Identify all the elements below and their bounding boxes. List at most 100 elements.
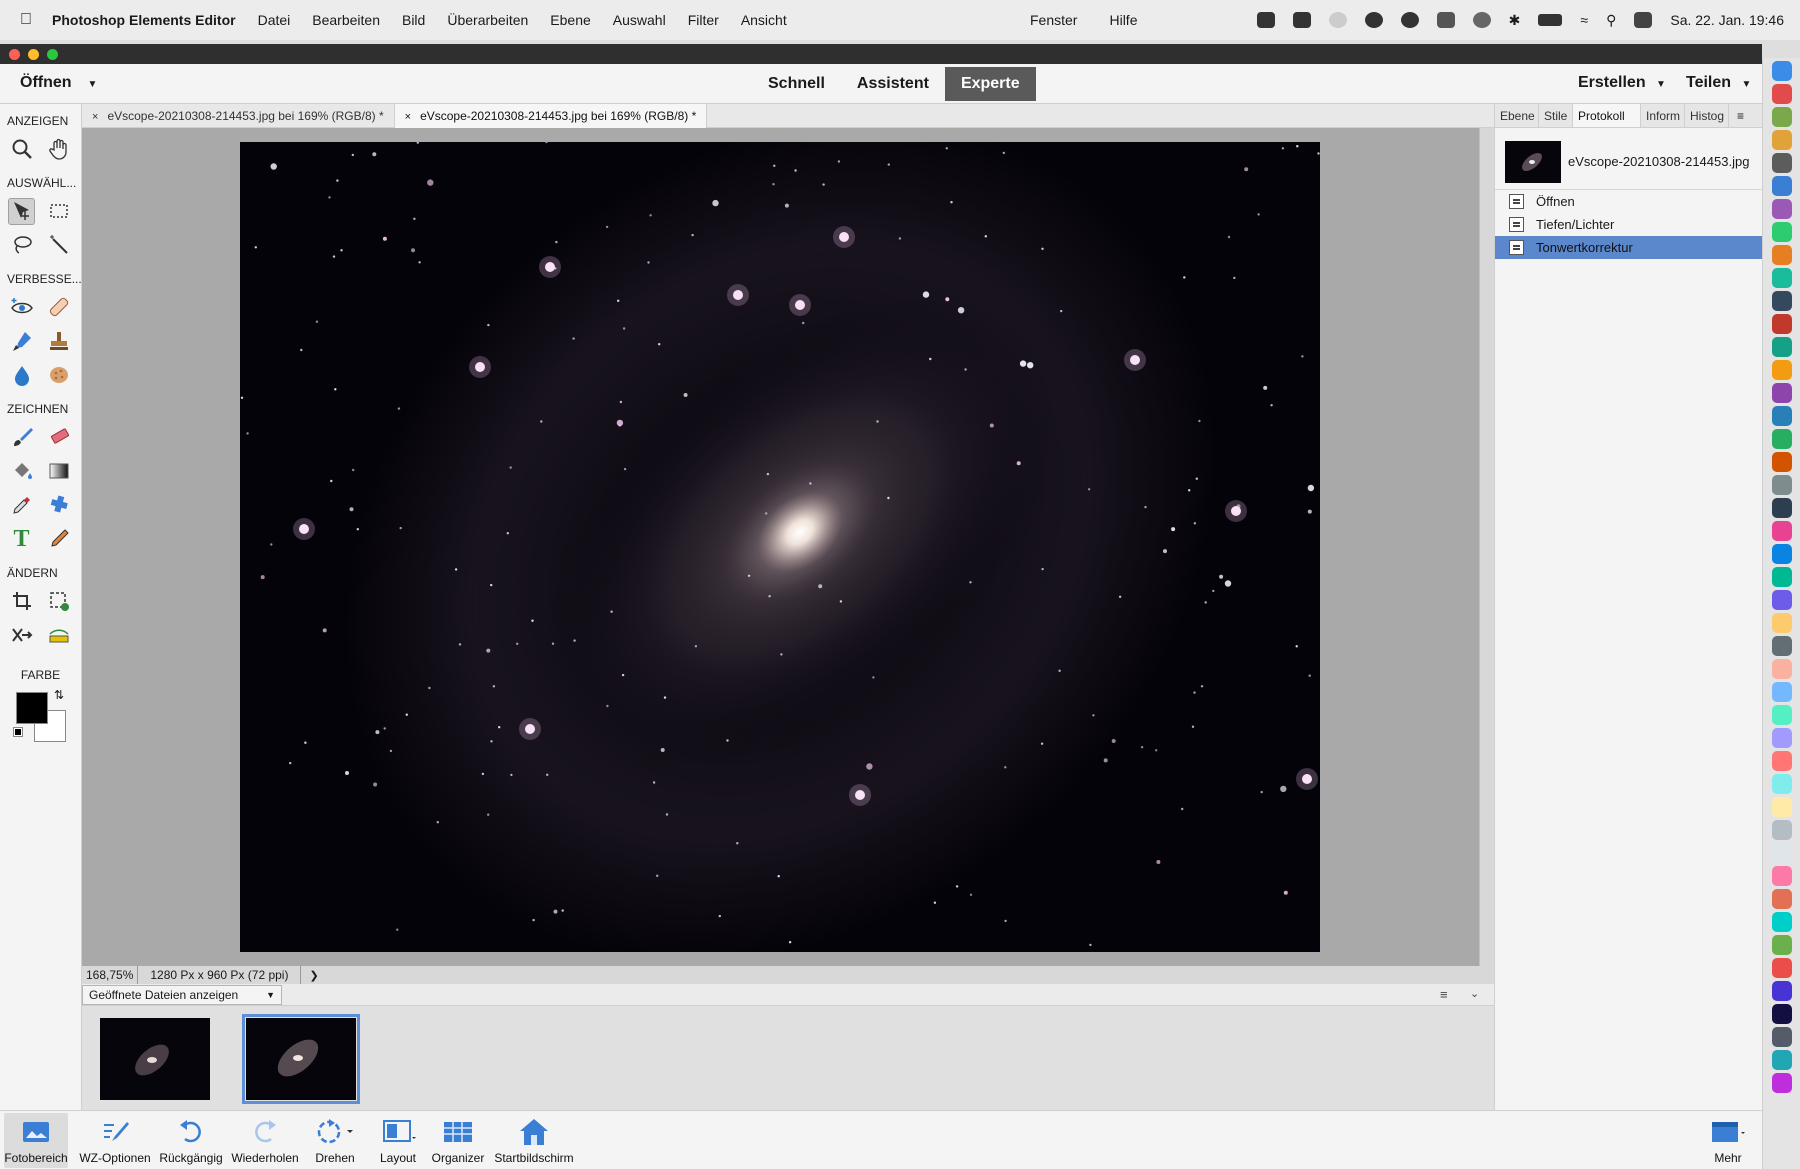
dock-app-icon[interactable] <box>1771 1027 1792 1047</box>
blur-tool-icon[interactable] <box>8 362 35 389</box>
panel-tab-protokoll[interactable]: Protokoll <box>1573 104 1641 127</box>
dock-app-icon[interactable] <box>1771 383 1792 403</box>
dock-app-icon[interactable] <box>1771 659 1792 679</box>
zoom-level[interactable]: 168,75% <box>82 966 139 984</box>
chevron-right-icon[interactable]: ❯ <box>309 969 318 982</box>
panel-tab-ebene[interactable]: Ebene <box>1495 104 1539 127</box>
app-name-menu[interactable]: Photoshop Elements Editor <box>52 12 236 28</box>
menu-ueberarbeiten[interactable]: Überarbeiten <box>447 12 528 28</box>
document-tab[interactable]: × eVscope-20210308-214453.jpg bei 169% (R… <box>82 104 395 128</box>
dock-app-icon[interactable] <box>1771 912 1792 932</box>
content-aware-move-icon[interactable] <box>8 622 35 649</box>
dock-app-icon[interactable] <box>1771 544 1792 564</box>
dock-app-icon[interactable] <box>1771 1004 1792 1024</box>
collapse-bin-icon[interactable]: ⌄ <box>1470 987 1479 1000</box>
dock-app-icon[interactable] <box>1771 981 1792 1001</box>
password-icon[interactable] <box>1400 12 1419 28</box>
dock-app-icon[interactable] <box>1771 1050 1792 1070</box>
menu-bild[interactable]: Bild <box>402 12 425 28</box>
battery-icon[interactable] <box>1538 14 1563 26</box>
control-center-icon[interactable] <box>1634 12 1653 28</box>
mode-assistent[interactable]: Assistent <box>841 67 945 101</box>
share-button[interactable]: Teilen ▼ <box>1686 74 1751 92</box>
menu-filter[interactable]: Filter <box>688 12 719 28</box>
history-snapshot[interactable]: eVscope-20210308-214453.jpg <box>1495 134 1762 190</box>
menu-hilfe[interactable]: Hilfe <box>1109 12 1137 28</box>
undo-button[interactable]: Rückgängig <box>156 1113 226 1165</box>
panel-menu-icon[interactable]: ≡ <box>1729 104 1744 127</box>
paint-bucket-icon[interactable] <box>8 458 35 485</box>
dock-app-icon[interactable] <box>1771 567 1792 587</box>
status-sign-icon[interactable] <box>1436 12 1455 28</box>
time-machine-icon[interactable] <box>1472 12 1491 28</box>
dock-app-icon[interactable] <box>1771 820 1792 840</box>
document-tab-active[interactable]: × eVscope-20210308-214453.jpg bei 169% (R… <box>394 104 708 128</box>
more-button[interactable]: Mehr <box>1700 1113 1756 1165</box>
dock-app-icon[interactable] <box>1771 590 1792 610</box>
bin-thumbnail[interactable] <box>100 1018 210 1100</box>
dock-app-icon[interactable] <box>1771 61 1792 81</box>
clone-stamp-icon[interactable] <box>45 328 72 355</box>
tool-options-button[interactable]: WZ-Optionen <box>74 1113 156 1165</box>
menu-fenster[interactable]: Fenster <box>1030 12 1077 28</box>
dock-app-icon[interactable] <box>1771 153 1792 173</box>
spot-healing-icon[interactable] <box>45 294 72 321</box>
dock-app-icon[interactable] <box>1771 774 1792 794</box>
status-app-icon[interactable] <box>1256 12 1275 28</box>
dock-app-icon[interactable] <box>1771 176 1792 196</box>
rectangle-marquee-icon[interactable] <box>45 198 72 225</box>
dock-app-icon[interactable] <box>1771 636 1792 656</box>
layout-button[interactable]: Layout <box>370 1113 426 1165</box>
dock-app-icon[interactable] <box>1771 705 1792 725</box>
menu-auswahl[interactable]: Auswahl <box>613 12 666 28</box>
dock-app-icon[interactable] <box>1771 84 1792 104</box>
pencil-tool-icon[interactable] <box>45 526 72 553</box>
dock-app-icon[interactable] <box>1771 958 1792 978</box>
lasso-tool-icon[interactable] <box>8 232 35 259</box>
dock-app-icon[interactable] <box>1771 498 1792 518</box>
bin-source-dropdown[interactable]: Geöffnete Dateien anzeigen ▼ <box>82 985 282 1005</box>
hand-tool-icon[interactable] <box>45 136 72 163</box>
open-button[interactable]: Öffnen ▼ <box>20 74 97 92</box>
dock-app-icon[interactable] <box>1771 751 1792 771</box>
smart-brush-icon[interactable] <box>8 328 35 355</box>
dock-app-icon[interactable] <box>1771 682 1792 702</box>
eraser-tool-icon[interactable] <box>45 424 72 451</box>
bluetooth-icon[interactable]: ✱ <box>1509 12 1521 29</box>
history-item[interactable]: Tiefen/Lichter <box>1495 213 1762 236</box>
status-app-icon-2[interactable] <box>1364 12 1383 28</box>
dock-app-icon[interactable] <box>1771 935 1792 955</box>
dock-app-icon[interactable] <box>1771 337 1792 357</box>
panel-tab-histogramm[interactable]: Histog <box>1685 104 1729 127</box>
search-icon[interactable]: ⚲ <box>1606 12 1616 29</box>
dock-app-icon[interactable] <box>1771 1073 1792 1093</box>
apple-icon[interactable]:  <box>0 11 52 29</box>
zoom-tool-icon[interactable] <box>8 136 35 163</box>
menu-ansicht[interactable]: Ansicht <box>741 12 787 28</box>
panel-tab-info[interactable]: Inform <box>1641 104 1685 127</box>
dock-app-icon[interactable] <box>1771 360 1792 380</box>
dock-app-icon[interactable] <box>1771 199 1792 219</box>
custom-shape-icon[interactable] <box>45 492 72 519</box>
dock-app-icon[interactable] <box>1771 314 1792 334</box>
wifi-icon[interactable]: ≈ <box>1580 12 1588 28</box>
gradient-tool-icon[interactable] <box>45 458 72 485</box>
history-item[interactable]: Öffnen <box>1495 190 1762 213</box>
dock-app-icon[interactable] <box>1771 866 1792 886</box>
menu-datei[interactable]: Datei <box>258 12 291 28</box>
dock-app-icon[interactable] <box>1771 452 1792 472</box>
default-colors-icon[interactable] <box>13 727 23 737</box>
swap-colors-icon[interactable]: ⇅ <box>54 688 64 702</box>
status-circle-icon[interactable] <box>1328 12 1347 28</box>
sponge-tool-icon[interactable] <box>45 362 72 389</box>
straighten-tool-icon[interactable] <box>45 622 72 649</box>
foreground-color-swatch[interactable] <box>16 692 48 724</box>
red-eye-tool-icon[interactable] <box>8 294 35 321</box>
magic-wand-icon[interactable] <box>45 232 72 259</box>
clock[interactable]: Sa. 22. Jan. 19:46 <box>1670 12 1784 28</box>
dock-app-icon[interactable] <box>1771 889 1792 909</box>
dock-app-icon[interactable] <box>1771 475 1792 495</box>
zoom-window-button[interactable] <box>47 49 58 60</box>
photo-bin-button[interactable]: Fotobereich <box>4 1113 68 1168</box>
dock-app-icon[interactable] <box>1771 245 1792 265</box>
